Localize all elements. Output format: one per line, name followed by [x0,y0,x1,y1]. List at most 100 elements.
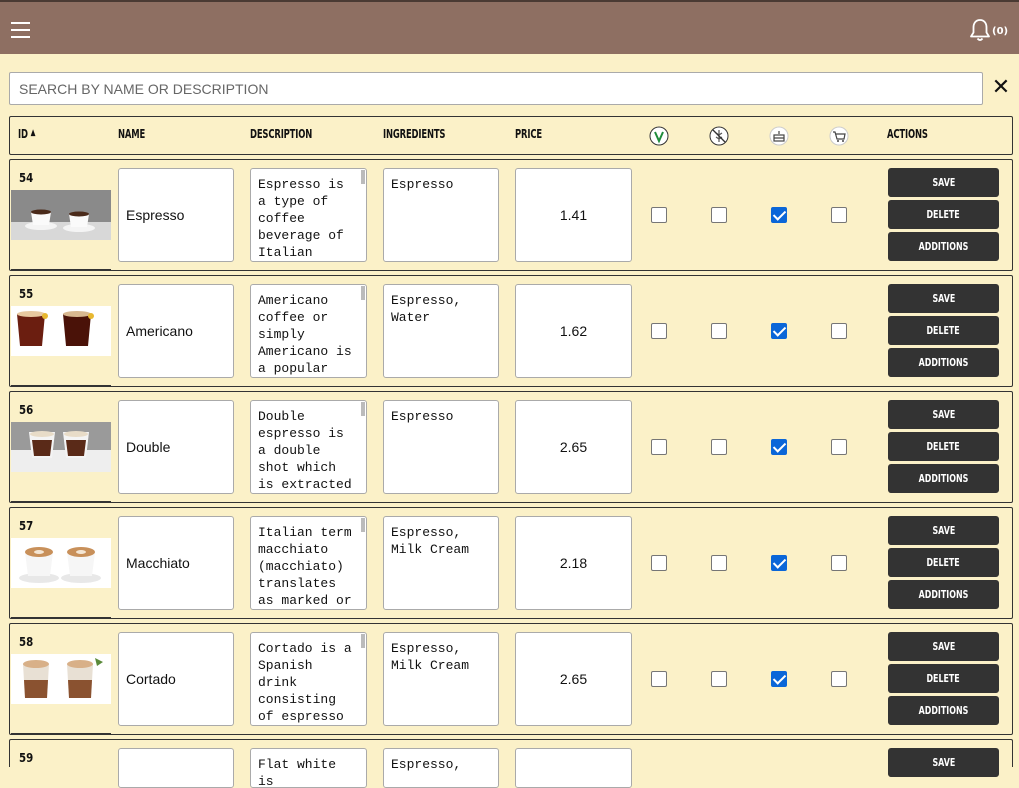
gluten-free-checkbox[interactable] [711,323,727,339]
dessert-checkbox[interactable] [771,323,787,339]
vegan-icon [649,126,669,146]
cart-checkbox[interactable] [831,207,847,223]
row-id: 54 [19,171,34,185]
table-row: 58 Cortado Cortado is a Spanish drink co… [9,623,1013,735]
column-header-ingredients[interactable]: INGREDIENTS [383,127,446,141]
cart-icon [829,126,849,146]
vegan-checkbox[interactable] [651,323,667,339]
delete-button[interactable]: DELETE [888,664,999,693]
name-field[interactable]: Cortado [118,632,234,726]
delete-button[interactable]: DELETE [888,432,999,461]
price-field[interactable]: 1.41 [515,168,632,262]
row-id: 55 [19,287,34,301]
save-button[interactable]: SAVE [888,516,999,545]
delete-button[interactable]: DELETE [888,316,999,345]
row-id: 59 [19,751,34,765]
additions-button[interactable]: ADDITIONS [888,580,999,609]
ingredients-field[interactable]: Espresso [383,400,499,494]
product-image [11,422,111,472]
table-row: 55 Americano Americano coffee or simply … [9,275,1013,387]
row-id: 56 [19,403,34,417]
ingredients-field[interactable]: Espresso, Milk Cream [383,632,499,726]
ingredients-field[interactable]: Espresso, Milk Cream [383,516,499,610]
table-header: ID ▲ NAME DESCRIPTION INGREDIENTS PRICE … [9,116,1013,155]
name-field[interactable]: Macchiato [118,516,234,610]
delete-button[interactable]: DELETE [888,200,999,229]
table-row: 54 Espresso Espresso is a type of coffee… [9,159,1013,271]
description-field[interactable]: Double espresso is a double shot which i… [250,400,367,494]
top-bar: (0) [0,0,1019,54]
price-field[interactable]: 1.62 [515,284,632,378]
name-field[interactable]: Americano [118,284,234,378]
gluten-free-checkbox[interactable] [711,671,727,687]
cart-checkbox[interactable] [831,439,847,455]
description-field[interactable]: Espresso is a type of coffee beverage of… [250,168,367,262]
sort-asc-icon: ▲ [30,128,36,138]
dessert-checkbox[interactable] [771,207,787,223]
product-image [11,654,111,704]
ingredients-field[interactable]: Espresso [383,168,499,262]
delete-button[interactable]: DELETE [888,548,999,577]
table-row: 59 Flat white is Espresso, SAVE [9,739,1013,788]
price-field[interactable]: 2.65 [515,400,632,494]
column-header-id[interactable]: ID ▲ [18,127,35,141]
save-button[interactable]: SAVE [888,400,999,429]
product-image [11,538,111,588]
dessert-checkbox[interactable] [771,555,787,571]
additions-button[interactable]: ADDITIONS [888,696,999,725]
description-field[interactable]: Flat white is [250,748,367,788]
scrollbar[interactable] [361,286,365,300]
column-header-price[interactable]: PRICE [515,127,542,141]
gluten-free-checkbox[interactable] [711,439,727,455]
table-row: 57 Macchiato Italian term macchiato (mac… [9,507,1013,619]
search-input[interactable] [9,72,983,105]
additions-button[interactable]: ADDITIONS [888,232,999,261]
scrollbar[interactable] [361,518,365,532]
product-image [11,190,111,240]
cart-checkbox[interactable] [831,555,847,571]
column-header-actions: ACTIONS [887,127,928,141]
table-row: 56 Double Double espresso is a double sh… [9,391,1013,503]
row-id: 58 [19,635,34,649]
ingredients-field[interactable]: Espresso, [383,748,499,788]
cake-icon [769,126,789,146]
description-field[interactable]: Cortado is a Spanish drink consisting of… [250,632,367,726]
gluten-free-icon [709,126,729,146]
gluten-free-checkbox[interactable] [711,207,727,223]
vegan-checkbox[interactable] [651,671,667,687]
scrollbar[interactable] [361,402,365,416]
row-id: 57 [19,519,34,533]
additions-button[interactable]: ADDITIONS [888,348,999,377]
save-button[interactable]: SAVE [888,284,999,313]
additions-button[interactable]: ADDITIONS [888,464,999,493]
dessert-checkbox[interactable] [771,439,787,455]
cart-checkbox[interactable] [831,323,847,339]
product-image [11,306,111,356]
scrollbar[interactable] [361,634,365,648]
save-button[interactable]: SAVE [888,168,999,197]
vegan-checkbox[interactable] [651,439,667,455]
name-field[interactable]: Double [118,400,234,494]
column-header-name[interactable]: NAME [118,127,145,141]
dessert-checkbox[interactable] [771,671,787,687]
close-icon[interactable]: ✕ [990,76,1012,98]
description-field[interactable]: Americano coffee or simply Americano is … [250,284,367,378]
cart-checkbox[interactable] [831,671,847,687]
vegan-checkbox[interactable] [651,207,667,223]
bell-icon[interactable] [969,18,991,42]
price-field[interactable]: 2.65 [515,632,632,726]
save-button[interactable]: SAVE [888,748,999,777]
name-field[interactable]: Espresso [118,168,234,262]
scrollbar[interactable] [361,170,365,184]
ingredients-field[interactable]: Espresso, Water [383,284,499,378]
vegan-checkbox[interactable] [651,555,667,571]
menu-icon[interactable] [11,22,30,38]
price-field[interactable] [515,748,632,788]
notification-count: (0) [992,26,1009,37]
price-field[interactable]: 2.18 [515,516,632,610]
description-field[interactable]: Italian term macchiato (macchiato) trans… [250,516,367,610]
gluten-free-checkbox[interactable] [711,555,727,571]
name-field[interactable] [118,748,234,788]
save-button[interactable]: SAVE [888,632,999,661]
column-header-description[interactable]: DESCRIPTION [250,127,312,141]
